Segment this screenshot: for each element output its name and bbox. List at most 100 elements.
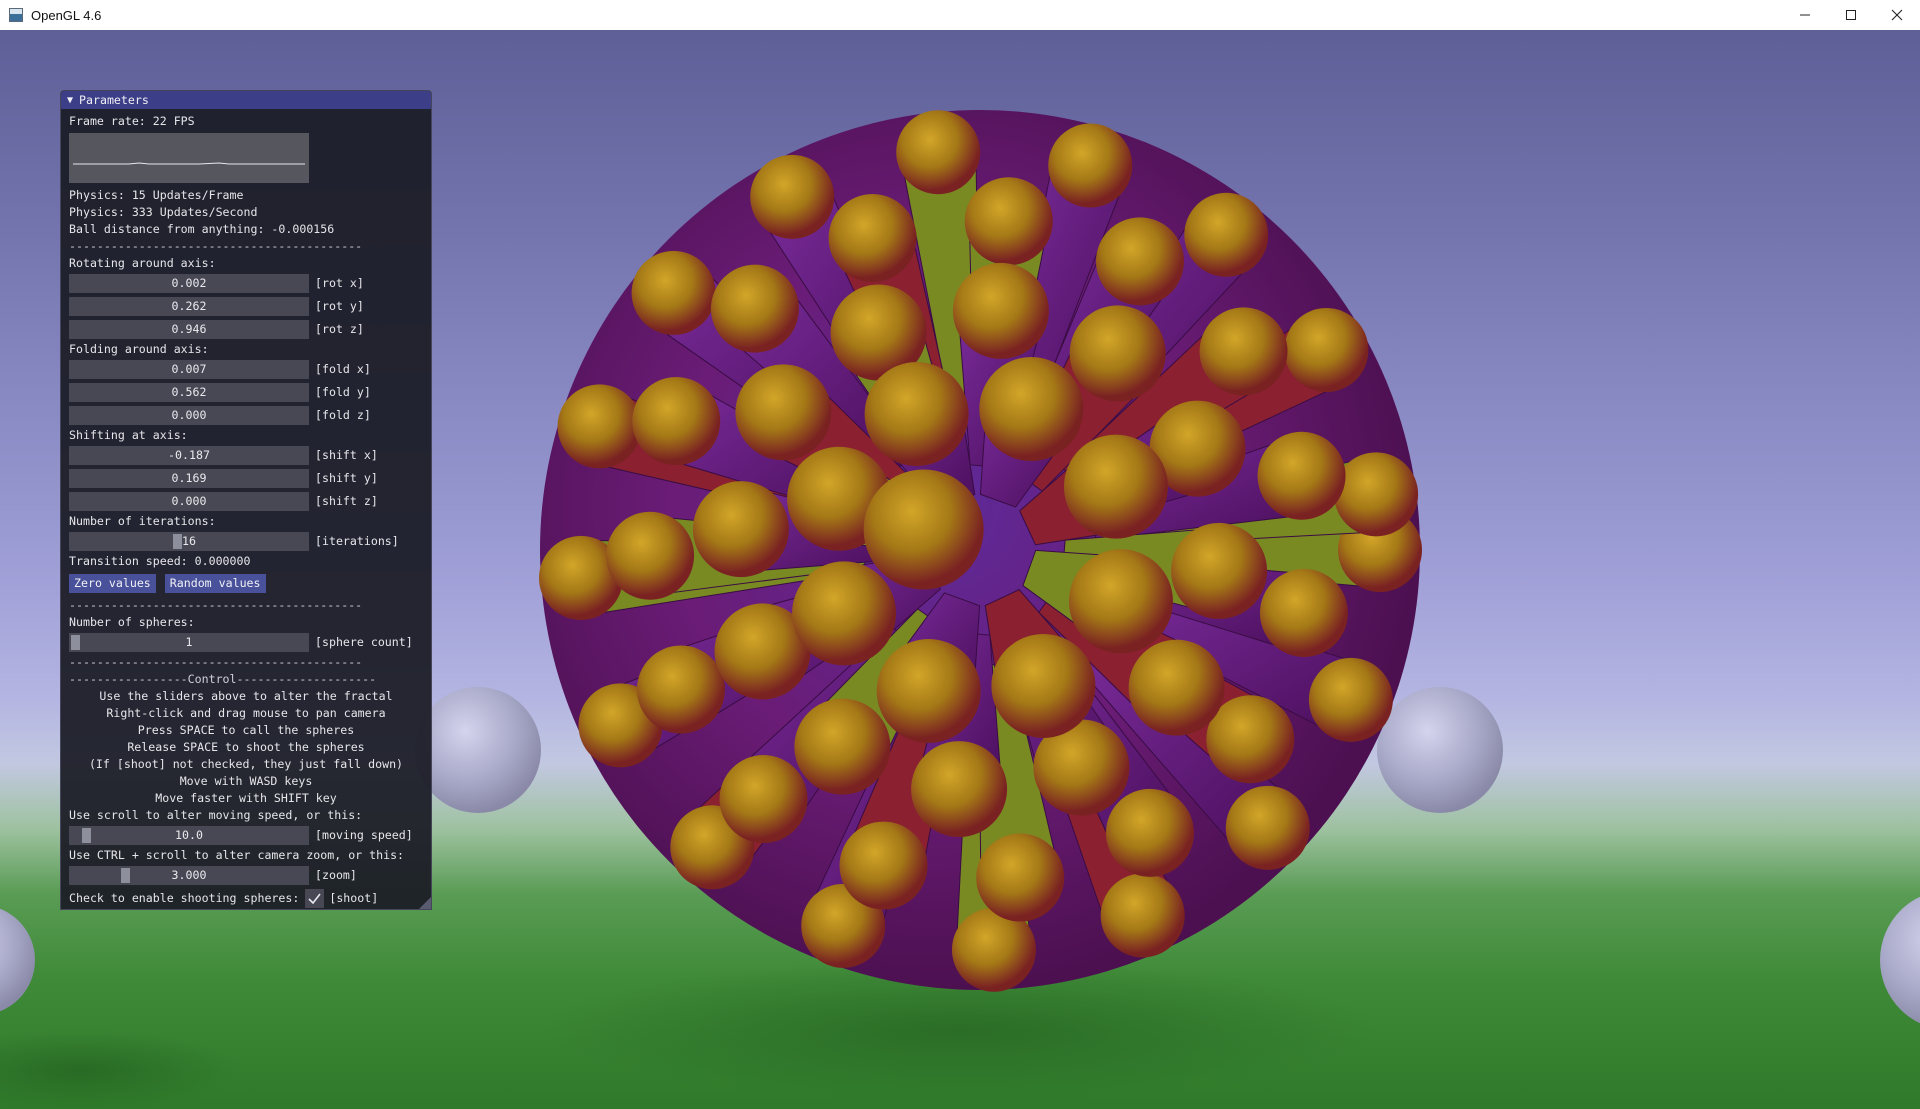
shift-y-row: 0.169 [shift y] [69,467,423,490]
frame-rate-text: Frame rate: 22 FPS [69,114,195,128]
zero-values-button[interactable]: Zero values [69,573,156,593]
fractal-knob [606,511,695,600]
panel-title: Parameters [79,92,149,107]
parameters-panel[interactable]: ▼ Parameters Frame rate: 22 FPS Physics:… [60,90,432,910]
fractal-knob [632,377,721,466]
fractal-knob [1048,123,1133,208]
rot-y-slider[interactable]: 0.262 [69,297,309,316]
sphere-count-row: 1 [sphere count] [69,631,423,654]
iterations-heading: Number of iterations: [69,514,216,528]
fractal-knob [636,645,725,734]
frame-rate-plot [69,133,309,183]
control-separator: -----------------Control----------------… [69,672,377,686]
rot-z-label: [rot z] [315,322,364,336]
shift-z-slider[interactable]: 0.000 [69,492,309,511]
rot-y-label: [rot y] [315,299,364,313]
fractal-knob [976,833,1065,922]
rot-z-slider[interactable]: 0.946 [69,320,309,339]
slider-grab-handle[interactable] [173,534,183,549]
shoot-label: [shoot] [329,891,379,905]
checkmark-icon [308,893,321,904]
maximize-button[interactable] [1828,0,1874,30]
fractal-knob [692,481,789,578]
window-titlebar[interactable]: OpenGL 4.6 [0,0,1920,30]
fold-x-slider[interactable]: 0.007 [69,360,309,379]
fractal-object [538,110,1422,992]
fractal-knob [911,741,1008,838]
fractal-knob [964,177,1053,266]
shift-y-label: [shift y] [315,471,378,485]
fractal-knob [631,250,716,335]
maximize-icon [1846,10,1856,20]
close-button[interactable] [1874,0,1920,30]
folding-heading: Folding around axis: [69,342,209,356]
iterations-label: [iterations] [315,534,399,548]
slider-grab-handle[interactable] [71,635,80,650]
app-window-icon [9,8,23,22]
shift-y-slider[interactable]: 0.169 [69,469,309,488]
shift-x-slider[interactable]: -0.187 [69,446,309,465]
fold-z-slider[interactable]: 0.000 [69,406,309,425]
fractal-knob [1184,192,1269,277]
shoot-checkbox[interactable] [305,889,325,908]
iterations-slider[interactable]: 16 [69,532,309,551]
fractal-knob [839,821,928,910]
fractal-knob [828,193,917,282]
fractal-knob [719,755,808,844]
moving-speed-label: [moving speed] [315,828,413,842]
fractal-knob [1068,549,1173,654]
zoom-label: [zoom] [315,868,357,882]
fractal-knob [979,357,1084,462]
slider-grab-handle[interactable] [120,868,130,883]
fractal-knob [863,469,984,590]
moving-speed-row: 10.0 [moving speed] [69,824,423,847]
fractal-knob [991,633,1096,738]
rot-x-row: 0.002 [rot x] [69,272,423,295]
fractal-knob [557,384,642,469]
instruction-line: Release SPACE to shoot the spheres [127,740,365,754]
zoom-heading: Use CTRL + scroll to alter camera zoom, … [69,848,405,862]
fractal-knob [735,364,832,461]
slider-grab-handle[interactable] [82,828,92,843]
fractal-knob [876,638,981,743]
shift-x-row: -0.187 [shift x] [69,444,423,467]
fractal-knob [1334,452,1419,537]
rotating-heading: Rotating around axis: [69,256,216,270]
minimize-icon [1800,14,1810,16]
fold-x-label: [fold x] [315,362,371,376]
spheres-heading: Number of spheres: [69,615,195,629]
fractal-knob [1069,305,1166,402]
fold-y-row: 0.562 [fold y] [69,381,423,404]
iterations-row: 16 [iterations] [69,530,423,553]
fractal-knob [1225,785,1310,870]
fractal-knob [1171,522,1268,619]
collapse-triangle-icon[interactable]: ▼ [67,92,73,109]
physics-frame-text: Physics: 15 Updates/Frame [69,188,244,202]
zoom-slider[interactable]: 3.000 [69,866,309,885]
fractal-knob [1259,568,1348,657]
fold-z-row: 0.000 [fold z] [69,404,423,427]
resize-grip-icon[interactable] [419,897,431,909]
fractal-knob [1100,873,1185,958]
rot-x-slider[interactable]: 0.002 [69,274,309,293]
fractal-knob [710,264,799,353]
instruction-line: (If [shoot] not checked, they just fall … [88,757,404,771]
fractal-knob [794,698,891,795]
random-values-button[interactable]: Random values [164,573,266,593]
fractal-knob [864,362,969,467]
fractal-knob [750,154,835,239]
shift-z-row: 0.000 [shift z] [69,490,423,513]
panel-header[interactable]: ▼ Parameters [61,91,431,109]
fractal-knob [1284,308,1369,392]
instruction-line: Move faster with SHIFT key [155,791,337,805]
shift-x-label: [shift x] [315,448,378,462]
sphere-count-slider[interactable]: 1 [69,633,309,652]
ground-shadow [0,1030,240,1109]
separator: ----------------------------------------… [69,655,363,669]
fractal-knob [1308,657,1393,742]
fold-y-slider[interactable]: 0.562 [69,383,309,402]
fractal-knob [1063,434,1168,539]
minimize-button[interactable] [1782,0,1828,30]
moving-speed-slider[interactable]: 10.0 [69,826,309,845]
close-icon [1891,9,1903,21]
